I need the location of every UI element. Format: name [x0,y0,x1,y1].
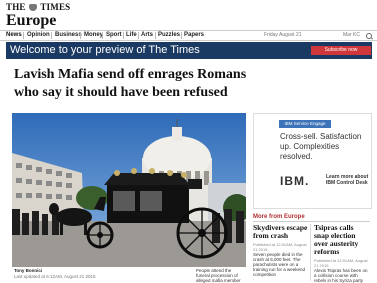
story-title[interactable]: Tsipras calls snap election over austeri… [314,224,369,256]
nav-separator [23,32,24,39]
crest-icon [29,4,38,11]
nav-date: Friday August 21 [264,32,302,38]
nav-separator [181,32,182,39]
search-icon[interactable] [366,33,372,39]
story-time: Published at 12:01AM, August 21 2015 [314,258,368,268]
nav-bar: News Opinion Business Money Sport Life A… [0,30,377,41]
nav-item-money[interactable]: Money [84,31,103,40]
story-title[interactable]: Skydivers escape from crash [253,224,308,240]
story-body: Seven people died in the crash at 5,000 … [253,252,306,277]
story-time: Published at 12:01AM, August 21 2015 [253,242,307,252]
ad-learn-more[interactable]: Learn more about IBM Control Desk [326,174,371,186]
ibm-advertisement[interactable]: IBM Service Engage Cross-sell. Satisfact… [253,113,372,209]
nav-item-news[interactable]: News [6,31,22,40]
nav-item-papers[interactable]: Papers [184,31,204,40]
nav-separator [51,32,52,39]
article-updated: Last updated at 6:12AM, August 21 2015 [14,274,96,279]
nav-separator [138,32,139,39]
nav-separator [80,32,81,39]
divider [310,224,311,281]
welcome-banner: Welcome to your preview of The Times Sub… [6,42,372,59]
nav-separator [155,32,156,39]
nav-item-business[interactable]: Business [55,31,82,40]
logo-text-2: TIMES [40,2,71,12]
times-logo[interactable]: THE TIMES [6,2,70,12]
divider [253,221,370,222]
subscribe-button[interactable]: Subscribe now [311,46,371,55]
story-tsipras[interactable]: Tsipras calls snap election over austeri… [314,224,369,283]
article-photo [12,113,246,267]
nav-item-opinion[interactable]: Opinion [27,31,50,40]
article-headline: Lavish Mafia send off enrages Romans who… [14,67,247,100]
welcome-text: Welcome to your preview of The Times [10,44,200,56]
logo-text-1: THE [6,2,26,12]
nav-item-arts[interactable]: Arts [141,31,153,40]
section-title: Europe [6,12,57,29]
photo-author: Tony Bonnici [14,268,43,273]
nav-item-puzzles[interactable]: Puzzles [158,31,180,40]
nav-item-sport[interactable]: Sport [106,31,122,40]
nav-more[interactable]: Mar KC [343,31,360,40]
funeral-carriage-image [12,113,246,267]
ad-badge: IBM Service Engage [279,120,331,128]
ad-copy: Cross-sell. Satisfaction up. Complexitie… [280,132,362,161]
more-from-heading: More from Europe [253,214,305,220]
masthead: THE TIMES Europe [0,0,377,30]
nav-item-life[interactable]: Life [126,31,137,40]
nav-separator [123,32,124,39]
story-skydivers[interactable]: Skydivers escape from crash Published at… [253,224,308,278]
ibm-logo: IBM. [280,174,310,188]
nav-separator [102,32,103,39]
